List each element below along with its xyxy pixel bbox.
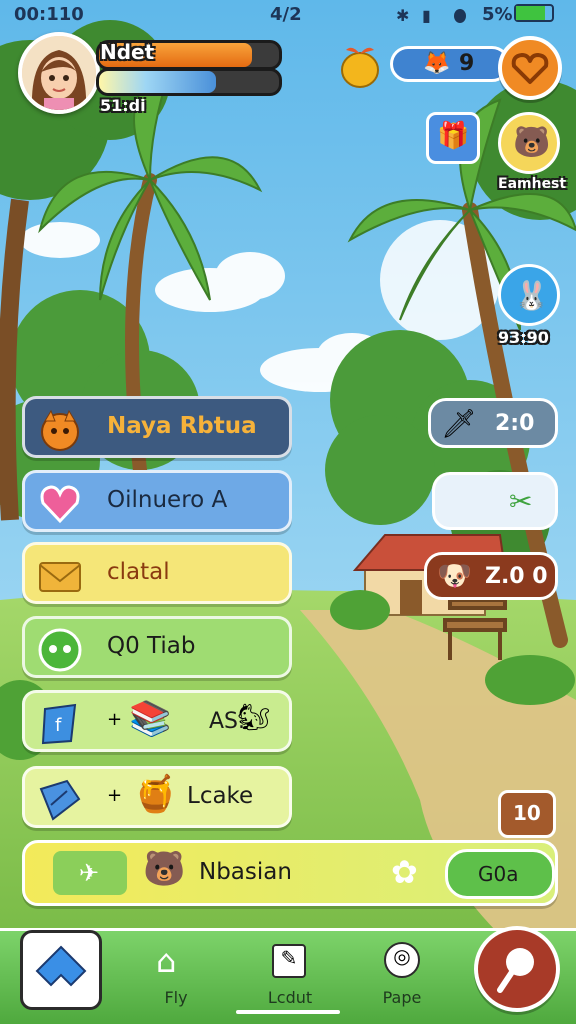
frog-icon bbox=[37, 627, 83, 673]
wifi-icon bbox=[454, 9, 466, 23]
menu-item-5[interactable]: f + 📚 AS. 🐿 bbox=[22, 690, 292, 752]
bear-icon: 🐻 bbox=[513, 125, 551, 160]
menu-item-3[interactable]: clatal bbox=[22, 542, 292, 604]
heart-icon bbox=[37, 481, 83, 527]
stack-icon: 📚 bbox=[129, 699, 172, 739]
cat-icon bbox=[37, 407, 83, 453]
heart-shop-button[interactable] bbox=[498, 36, 562, 100]
edit-icon: ✎ bbox=[272, 944, 306, 978]
menu-item-label: Lcake bbox=[187, 783, 254, 809]
menu-item-label: Naya Rbtua bbox=[107, 413, 257, 439]
tools-button[interactable]: ✂ bbox=[432, 472, 558, 530]
heart-icon bbox=[511, 53, 549, 84]
fruit-icon[interactable] bbox=[338, 42, 382, 90]
plus-icon: + bbox=[107, 709, 123, 730]
plus-icon: + bbox=[107, 785, 123, 806]
map-icon bbox=[37, 777, 83, 823]
home-nav-button[interactable] bbox=[20, 930, 102, 1010]
bear-character-button[interactable]: 🐻 bbox=[498, 112, 560, 174]
fox-icon: 🦊 bbox=[423, 51, 451, 76]
menu-item-label: Oilnuero A bbox=[107, 487, 228, 513]
envelope-icon bbox=[37, 553, 83, 599]
gift-icon: 🎁 bbox=[437, 121, 470, 151]
squirrel-icon: 🐿 bbox=[237, 703, 271, 733]
energy-bar bbox=[96, 68, 282, 96]
battery-text: 5% bbox=[482, 4, 513, 25]
resource-count: 9 bbox=[459, 51, 475, 76]
target-icon: ◎ bbox=[384, 942, 420, 978]
bunny-button[interactable]: 🐰 bbox=[498, 264, 560, 326]
gift-button[interactable]: 🎁 bbox=[426, 112, 480, 164]
status-center: 4/2 bbox=[270, 4, 302, 25]
resource-counter[interactable]: 🦊 9 bbox=[390, 46, 510, 82]
house-icon: ⌂ bbox=[156, 942, 177, 980]
dog-icon: 🐶 bbox=[437, 559, 472, 592]
bottom-banner[interactable]: ✈ 🐻 Nbasian ✿ G0a bbox=[22, 840, 558, 906]
bunny-count: 93:90 bbox=[498, 328, 549, 347]
banner-label: Nbasian bbox=[199, 859, 292, 885]
signal-icon: ▮ bbox=[422, 6, 431, 25]
bear-label: Eamhest bbox=[498, 176, 567, 192]
bag-label: 10 bbox=[513, 801, 541, 825]
nav-label: Pape bbox=[382, 988, 422, 1007]
plane-button[interactable]: ✈ bbox=[53, 851, 127, 895]
bluetooth-icon: ✱ bbox=[396, 6, 410, 25]
player-name-overlay: Ndet bbox=[100, 40, 155, 64]
menu-item-2[interactable]: Oilnuero A bbox=[22, 470, 292, 532]
menu-item-label: Q0 Tiab bbox=[107, 633, 196, 659]
jar-icon: 🍯 bbox=[133, 774, 178, 815]
battery-icon bbox=[514, 4, 554, 22]
sword-icon: 🗡 bbox=[441, 407, 477, 440]
svg-text:f: f bbox=[55, 715, 62, 736]
home-icon bbox=[35, 945, 87, 987]
energy-bar-fill bbox=[99, 71, 216, 93]
dog-counter[interactable]: 🐶 Z.0 0 bbox=[424, 552, 558, 600]
action-button[interactable] bbox=[474, 926, 560, 1012]
flower-icon: ✿ bbox=[391, 853, 418, 891]
bear-icon: 🐻 bbox=[143, 849, 186, 889]
go-button[interactable]: G0a bbox=[445, 849, 555, 899]
nav-item-fly[interactable]: ⌂ Fly bbox=[136, 942, 216, 1012]
status-time: 00:110 bbox=[14, 4, 84, 25]
avatar[interactable] bbox=[18, 32, 100, 114]
shield-icon: f bbox=[37, 701, 83, 747]
player-coins: 51:di bbox=[100, 96, 146, 115]
nav-label: Lcdut bbox=[267, 988, 313, 1007]
menu-item-1[interactable]: Naya Rbtua bbox=[22, 396, 292, 458]
menu-item-label: clatal bbox=[107, 559, 170, 585]
sword-counter[interactable]: 🗡 2:0 bbox=[428, 398, 558, 448]
tools-icon: ✂ bbox=[509, 485, 533, 518]
sword-value: 2:0 bbox=[495, 411, 535, 436]
balloon-icon bbox=[497, 948, 534, 993]
bunny-icon: 🐰 bbox=[514, 279, 549, 312]
active-indicator bbox=[236, 1010, 340, 1014]
menu-item-6[interactable]: + 🍯 Lcake bbox=[22, 766, 292, 828]
nav-item-lcdut[interactable]: ✎ Lcdut bbox=[250, 942, 330, 1012]
menu-item-4[interactable]: Q0 Tiab bbox=[22, 616, 292, 678]
nav-item-pape[interactable]: ◎ Pape bbox=[362, 942, 442, 1012]
bag-button[interactable]: 10 bbox=[498, 790, 556, 838]
nav-label: Fly bbox=[164, 988, 188, 1007]
go-button-label: G0a bbox=[478, 862, 519, 886]
plane-icon: ✈ bbox=[79, 859, 100, 887]
dog-value: Z.0 0 bbox=[485, 564, 548, 589]
